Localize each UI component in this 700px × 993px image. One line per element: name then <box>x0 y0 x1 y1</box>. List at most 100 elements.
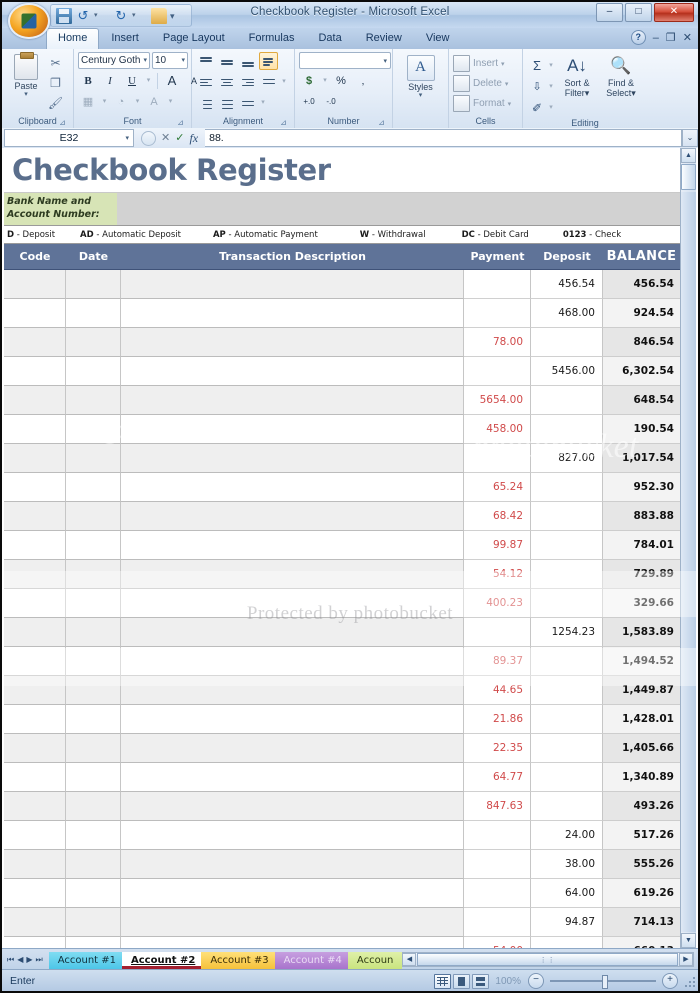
table-row[interactable]: 21.86 1,428.01 <box>4 705 680 734</box>
cell-desc[interactable] <box>121 879 464 908</box>
cell-desc[interactable] <box>121 502 464 531</box>
fill-color-dropdown-icon[interactable]: ▾ <box>133 92 142 111</box>
cell-desc[interactable] <box>121 850 464 879</box>
merge-center-dropdown-icon[interactable]: ▾ <box>259 93 267 112</box>
table-row[interactable]: 94.87 714.13 <box>4 908 680 937</box>
cell-balance[interactable]: 883.88 <box>603 502 680 531</box>
name-box-caret-icon[interactable]: ▾ <box>125 134 129 142</box>
cell-desc[interactable] <box>121 589 464 618</box>
cell-date[interactable] <box>66 792 121 821</box>
table-row[interactable]: 1254.23 1,583.89 <box>4 618 680 647</box>
italic-button[interactable]: I <box>100 71 120 90</box>
cell-deposit[interactable]: 827.00 <box>531 444 603 473</box>
cell-date[interactable] <box>66 821 121 850</box>
comma-format-icon[interactable]: ‚ <box>353 71 373 90</box>
sheet-tab-account-1[interactable]: Account #1 <box>48 952 126 969</box>
cell-desc[interactable] <box>121 676 464 705</box>
page-layout-view-icon[interactable] <box>453 973 471 989</box>
cell-payment[interactable]: 99.87 <box>464 531 531 560</box>
cell-date[interactable] <box>66 647 121 676</box>
table-row[interactable]: 65.24 952.30 <box>4 473 680 502</box>
cell-balance[interactable]: 619.26 <box>603 879 680 908</box>
table-row[interactable]: 827.00 1,017.54 <box>4 444 680 473</box>
paste-dropdown-icon[interactable]: ▾ <box>6 91 46 98</box>
cell-desc[interactable] <box>121 444 464 473</box>
table-row[interactable]: 38.00 555.26 <box>4 850 680 879</box>
cell-desc[interactable] <box>121 328 464 357</box>
sheet-tab-account-2[interactable]: Account #2 <box>122 952 205 969</box>
cell-date[interactable] <box>66 357 121 386</box>
cell-code[interactable] <box>4 415 66 444</box>
underline-button[interactable]: U <box>122 71 142 90</box>
cell-desc[interactable] <box>121 908 464 937</box>
cell-balance[interactable]: 1,449.87 <box>603 676 680 705</box>
cell-deposit[interactable] <box>531 531 603 560</box>
cell-date[interactable] <box>66 937 121 948</box>
cell-deposit[interactable]: 456.54 <box>531 270 603 299</box>
cell-payment[interactable]: 5654.00 <box>464 386 531 415</box>
cell-payment[interactable]: 44.65 <box>464 676 531 705</box>
cell-deposit[interactable]: 5456.00 <box>531 357 603 386</box>
cell-balance[interactable]: 456.54 <box>603 270 680 299</box>
table-row[interactable]: 64.77 1,340.89 <box>4 763 680 792</box>
cell-payment[interactable] <box>464 270 531 299</box>
tab-insert[interactable]: Insert <box>99 28 151 49</box>
cell-code[interactable] <box>4 792 66 821</box>
align-middle-icon[interactable] <box>217 52 236 70</box>
cell-payment[interactable] <box>464 908 531 937</box>
cell-balance[interactable]: 6,302.54 <box>603 357 680 386</box>
cancel-entry-icon[interactable]: ✕ <box>161 132 170 144</box>
table-row[interactable]: 456.54 456.54 <box>4 270 680 299</box>
fill-icon[interactable]: ⇩ <box>527 77 547 96</box>
cell-payment[interactable]: 847.63 <box>464 792 531 821</box>
name-box[interactable]: E32 ▾ <box>4 129 134 147</box>
cell-payment[interactable] <box>464 821 531 850</box>
cell-payment[interactable] <box>464 850 531 879</box>
cell-date[interactable] <box>66 589 121 618</box>
scroll-left-icon[interactable]: ◀ <box>402 953 417 966</box>
tab-data[interactable]: Data <box>306 28 353 49</box>
expand-formula-bar-icon[interactable]: ⌄ <box>682 129 698 147</box>
first-sheet-icon[interactable]: ⏮ <box>7 955 14 965</box>
help-icon[interactable]: ? <box>630 30 646 45</box>
styles-dropdown-icon[interactable]: ▾ <box>398 92 444 99</box>
table-row[interactable]: 22.35 1,405.66 <box>4 734 680 763</box>
find-select-button[interactable]: 🔍 Find & Select▾ <box>599 54 643 98</box>
wrap-text-dropdown-icon[interactable]: ▾ <box>280 72 288 91</box>
zoom-in-button[interactable]: + <box>662 973 678 989</box>
cell-date[interactable] <box>66 531 121 560</box>
cell-deposit[interactable] <box>531 560 603 589</box>
cell-deposit[interactable] <box>531 676 603 705</box>
cell-deposit[interactable] <box>531 763 603 792</box>
cell-balance[interactable]: 1,494.52 <box>603 647 680 676</box>
maximize-button[interactable]: □ <box>625 3 652 22</box>
cell-desc[interactable] <box>121 531 464 560</box>
cell-date[interactable] <box>66 879 121 908</box>
grow-font-button[interactable]: A <box>162 71 182 90</box>
cell-code[interactable] <box>4 734 66 763</box>
cell-code[interactable] <box>4 879 66 908</box>
cell-desc[interactable] <box>121 270 464 299</box>
currency-dropdown-icon[interactable]: ▾ <box>321 71 329 90</box>
autosum-dropdown-icon[interactable]: ▾ <box>547 56 555 75</box>
table-row[interactable]: 78.00 846.54 <box>4 328 680 357</box>
cell-payment[interactable]: 22.35 <box>464 734 531 763</box>
increase-decimal-icon[interactable]: +.0 <box>299 92 319 111</box>
percent-format-icon[interactable]: % <box>331 71 351 90</box>
borders-icon[interactable]: ▦ <box>78 92 98 111</box>
normal-view-icon[interactable] <box>434 973 452 989</box>
cell-deposit[interactable] <box>531 705 603 734</box>
cell-code[interactable] <box>4 328 66 357</box>
cell-payment[interactable] <box>464 879 531 908</box>
cell-balance[interactable]: 714.13 <box>603 908 680 937</box>
scroll-down-icon[interactable]: ▼ <box>681 933 696 948</box>
format-cells-button[interactable]: Format ▾ <box>453 95 511 112</box>
cell-date[interactable] <box>66 705 121 734</box>
align-bottom-icon[interactable] <box>238 52 257 70</box>
horizontal-scroll-thumb[interactable]: ⋮⋮ <box>417 953 678 966</box>
cell-balance[interactable]: 846.54 <box>603 328 680 357</box>
cell-payment[interactable]: 65.24 <box>464 473 531 502</box>
clear-dropdown-icon[interactable]: ▾ <box>547 98 555 117</box>
cell-deposit[interactable]: 64.00 <box>531 879 603 908</box>
cell-date[interactable] <box>66 386 121 415</box>
